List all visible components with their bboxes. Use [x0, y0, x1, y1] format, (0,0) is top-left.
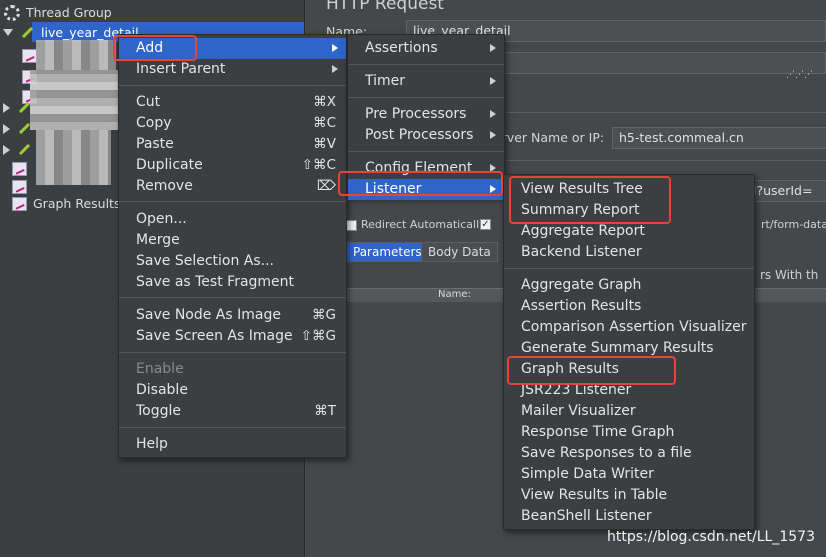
column-name-header: Name:: [438, 289, 471, 300]
menu-item-enable: Enable: [136, 361, 184, 377]
server-label: erver Name or IP:: [494, 130, 605, 145]
tree-node-sampler[interactable]: [3, 139, 38, 160]
menu-item-help[interactable]: Help: [119, 434, 346, 455]
menu-item-save-node-image[interactable]: Save Node As Image ⌘G: [119, 305, 346, 326]
menu-item-disable[interactable]: Disable: [119, 380, 346, 401]
menu-item-graph-results[interactable]: Graph Results: [504, 359, 754, 380]
menu-item-timer[interactable]: Timer: [348, 71, 504, 92]
menu-separator: [348, 64, 504, 65]
menu-item-save-selection[interactable]: Save Selection As...: [119, 251, 346, 272]
context-menu: Add Insert Parent Cut ⌘X Copy ⌘C Paste ⌘V D…: [118, 34, 347, 458]
page-title: HTTP Request: [326, 0, 444, 14]
listener-icon: [12, 161, 27, 176]
menu-item-toggle[interactable]: Toggle ⌘T: [119, 401, 346, 422]
submenu-arrow-icon: [490, 185, 496, 193]
collapse-arrow-icon[interactable]: [3, 144, 10, 155]
sampler-icon: [16, 143, 32, 157]
redirect-label: Redirect Automatically: [361, 218, 486, 231]
redirect-checkbox[interactable]: Redirect Automatically: [346, 218, 486, 231]
submenu-arrow-icon: [332, 65, 338, 73]
menu-item-mailer-visualizer[interactable]: Mailer Visualizer: [504, 401, 754, 422]
menu-item-assertions[interactable]: Assertions: [348, 38, 504, 59]
gear-icon: [4, 4, 20, 21]
menu-item-cut[interactable]: Cut ⌘X: [119, 92, 346, 113]
submenu-arrow-icon: [490, 131, 496, 139]
menu-item-generate-summary-results[interactable]: Generate Summary Results: [504, 338, 754, 359]
menu-item-duplicate[interactable]: Duplicate ⇧⌘C: [119, 155, 346, 176]
submenu-arrow-icon: [490, 110, 496, 118]
tree-node-graph-results[interactable]: Graph Results: [12, 193, 120, 214]
menu-item-post-processors[interactable]: Post Processors: [348, 125, 504, 146]
menu-item-comparison-assertion-visualizer[interactable]: Comparison Assertion Visualizer: [504, 317, 754, 338]
divider: [506, 112, 826, 113]
watermark: https://blog.csdn.net/LL_1573: [607, 529, 815, 545]
listener-submenu: View Results Tree Summary Report Aggrega…: [503, 174, 755, 530]
menu-separator: [504, 268, 754, 269]
menu-item-response-time-graph[interactable]: Response Time Graph: [504, 422, 754, 443]
menu-item-assertion-results[interactable]: Assertion Results: [504, 296, 754, 317]
tree-node-label: Thread Group: [26, 5, 112, 20]
menu-separator: [119, 297, 346, 298]
follow-checkbox[interactable]: [480, 217, 495, 230]
menu-item-paste[interactable]: Paste ⌘V: [119, 134, 346, 155]
path-field[interactable]: l?userId=: [746, 180, 826, 202]
menu-item-save-test-fragment[interactable]: Save as Test Fragment: [119, 272, 346, 293]
menu-separator: [119, 201, 346, 202]
listener-icon: [12, 196, 27, 211]
expand-arrow-icon[interactable]: [3, 29, 13, 36]
menu-item-summary-report[interactable]: Summary Report: [504, 200, 754, 221]
submenu-arrow-icon: [490, 77, 496, 85]
collapse-arrow-icon[interactable]: [3, 102, 10, 113]
divider: [506, 160, 826, 161]
menu-separator: [348, 97, 504, 98]
menu-item-pre-processors[interactable]: Pre Processors: [348, 104, 504, 125]
menu-item-beanshell-listener[interactable]: BeanShell Listener: [504, 506, 754, 527]
tree-node-label: Graph Results: [33, 196, 121, 211]
sampler-icon: [19, 26, 35, 40]
menu-item-merge[interactable]: Merge: [119, 230, 346, 251]
menu-item-save-responses[interactable]: Save Responses to a file: [504, 443, 754, 464]
tab-body-data[interactable]: Body Data: [421, 242, 498, 262]
submenu-arrow-icon: [490, 164, 496, 172]
resize-handle-icon[interactable]: ⋰⋰⋰: [786, 70, 813, 80]
content-type-fragment: rt/form-data: [761, 218, 826, 231]
redacted-area: [36, 130, 111, 185]
menu-item-jsr223-listener[interactable]: JSR223 Listener: [504, 380, 754, 401]
menu-item-copy[interactable]: Copy ⌘C: [119, 113, 346, 134]
tree-node-thread-group[interactable]: Thread Group: [4, 2, 112, 23]
add-submenu: Assertions Timer Pre Processors Post Pro…: [347, 34, 505, 200]
menu-item-simple-data-writer[interactable]: Simple Data Writer: [504, 464, 754, 485]
menu-item-listener[interactable]: Listener: [348, 179, 504, 200]
menu-separator: [119, 427, 346, 428]
listener-icon: [22, 48, 37, 63]
submenu-arrow-icon: [490, 44, 496, 52]
redacted-area: [30, 70, 120, 130]
collapse-arrow-icon[interactable]: [3, 123, 10, 134]
checkbox-icon[interactable]: [346, 219, 357, 231]
tab-parameters[interactable]: Parameters: [346, 242, 429, 262]
menu-item-remove[interactable]: Remove ⌦: [119, 176, 346, 197]
menu-item-view-results-tree[interactable]: View Results Tree: [504, 179, 754, 200]
menu-item-insert-parent[interactable]: Insert Parent: [119, 59, 346, 80]
redacted-area: [36, 40, 116, 70]
menu-item-add[interactable]: Add: [119, 38, 346, 59]
menu-item-aggregate-report[interactable]: Aggregate Report: [504, 221, 754, 242]
submenu-arrow-icon: [332, 44, 338, 52]
server-field[interactable]: h5-test.commeal.cn: [612, 127, 826, 149]
menu-item-backend-listener[interactable]: Backend Listener: [504, 242, 754, 263]
menu-item-config-element[interactable]: Config Element: [348, 158, 504, 179]
menu-item-open[interactable]: Open...: [119, 209, 346, 230]
menu-item-save-screen-image[interactable]: Save Screen As Image ⇧⌘G: [119, 326, 346, 347]
send-params-fragment: rs With th: [760, 268, 819, 282]
menu-separator: [348, 151, 504, 152]
checkbox-icon[interactable]: [480, 218, 491, 230]
menu-item-view-results-table[interactable]: View Results in Table: [504, 485, 754, 506]
listener-icon: [12, 179, 27, 194]
menu-item-aggregate-graph[interactable]: Aggregate Graph: [504, 275, 754, 296]
menu-separator: [119, 352, 346, 353]
menu-separator: [119, 85, 346, 86]
